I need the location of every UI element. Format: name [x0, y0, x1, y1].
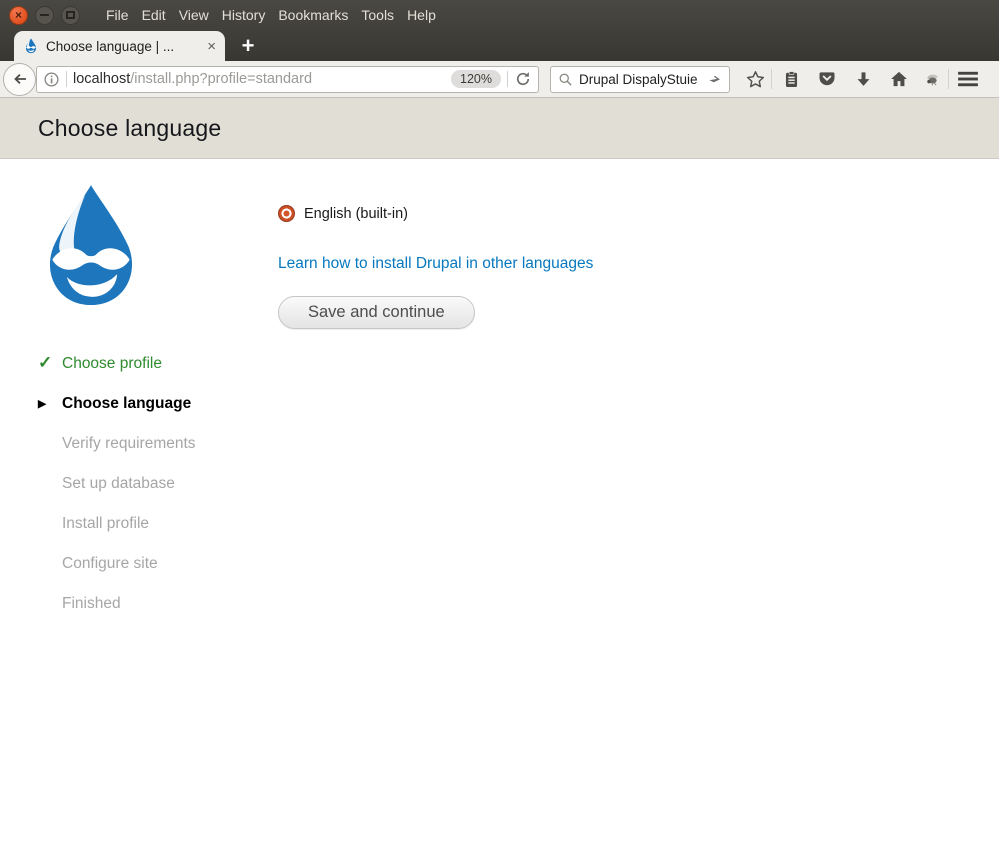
site-info-icon[interactable]	[43, 71, 60, 88]
zoom-level-indicator[interactable]: 120%	[451, 70, 501, 88]
step-label: Finished	[62, 595, 121, 613]
menu-hamburger-icon[interactable]	[950, 64, 986, 94]
search-input-value: Drupal DispalyStuie	[579, 72, 701, 87]
menu-tools[interactable]: Tools	[361, 7, 405, 23]
step-finished: Finished	[38, 595, 196, 613]
menu-view[interactable]: View	[179, 7, 220, 23]
url-bar[interactable]: localhost/install.php?profile=standard 1…	[36, 66, 539, 93]
window-close-button[interactable]: ×	[9, 6, 28, 25]
back-button[interactable]	[3, 63, 36, 96]
drupal-logo	[33, 182, 149, 312]
tab-close-icon[interactable]: ×	[207, 39, 216, 54]
page-body: ✓ Choose profile ▶ Choose language Verif…	[0, 159, 999, 863]
toolbar-icons	[740, 64, 986, 94]
navigation-toolbar: localhost/install.php?profile=standard 1…	[0, 61, 999, 98]
menu-bookmarks[interactable]: Bookmarks	[278, 7, 359, 23]
step-install-profile: Install profile	[38, 515, 196, 533]
toolbar-divider-2	[948, 69, 949, 89]
step-label: Verify requirements	[62, 435, 196, 453]
tab-title: Choose language | ...	[46, 39, 201, 54]
page-header: Choose language	[0, 98, 999, 159]
pocket-icon[interactable]	[809, 64, 845, 94]
url-text: localhost/install.php?profile=standard	[73, 71, 451, 87]
titlebar: × File Edit View History Bookmarks Tools…	[0, 0, 999, 30]
urlbar-divider-2	[507, 71, 508, 87]
window-minimize-icon	[40, 14, 49, 16]
step-choose-language: ▶ Choose language	[38, 395, 196, 413]
step-configure-site: Configure site	[38, 555, 196, 573]
radio-selected-icon[interactable]	[278, 205, 295, 222]
reload-button[interactable]	[514, 70, 532, 88]
search-go-icon[interactable]	[707, 72, 722, 87]
urlbar-divider	[66, 71, 67, 87]
language-option-label: English (built-in)	[304, 206, 408, 222]
download-icon[interactable]	[845, 64, 881, 94]
language-radio-option[interactable]: English (built-in)	[278, 205, 593, 222]
install-steps-list: ✓ Choose profile ▶ Choose language Verif…	[38, 355, 196, 635]
tab-choose-language[interactable]: Choose language | ... ×	[14, 31, 225, 61]
menu-history[interactable]: History	[222, 7, 277, 23]
save-and-continue-button[interactable]: Save and continue	[278, 296, 475, 329]
menu-file[interactable]: File	[106, 7, 140, 23]
reading-list-icon[interactable]	[773, 64, 809, 94]
window-controls: ×	[9, 6, 80, 25]
page-title: Choose language	[38, 115, 221, 142]
step-label: Choose profile	[62, 355, 162, 373]
drupal-favicon-icon	[23, 38, 39, 54]
step-verify-requirements: Verify requirements	[38, 435, 196, 453]
browser-chrome: × File Edit View History Bookmarks Tools…	[0, 0, 999, 61]
bookmark-star-icon[interactable]	[740, 64, 770, 94]
browser-window: × File Edit View History Bookmarks Tools…	[0, 0, 999, 863]
home-icon[interactable]	[881, 64, 917, 94]
window-close-icon: ×	[15, 9, 22, 21]
new-tab-button[interactable]: +	[233, 33, 263, 59]
check-icon: ✓	[38, 355, 62, 373]
window-maximize-icon	[66, 11, 75, 19]
current-step-arrow-icon: ▶	[38, 395, 62, 413]
step-set-up-database: Set up database	[38, 475, 196, 493]
search-icon	[558, 72, 573, 87]
tab-strip: Choose language | ... × +	[0, 30, 999, 61]
menu-edit[interactable]: Edit	[142, 7, 177, 23]
window-minimize-button[interactable]	[35, 6, 54, 25]
url-path: /install.php?profile=standard	[130, 71, 312, 87]
toolbar-divider	[771, 69, 772, 89]
main-content: English (built-in) Learn how to install …	[278, 205, 593, 329]
step-label: Choose language	[62, 395, 191, 413]
step-choose-profile: ✓ Choose profile	[38, 355, 196, 373]
step-label: Set up database	[62, 475, 175, 493]
fly-extension-icon[interactable]	[917, 64, 947, 94]
step-label: Configure site	[62, 555, 158, 573]
install-other-languages-link[interactable]: Learn how to install Drupal in other lan…	[278, 255, 593, 273]
menu-help[interactable]: Help	[407, 7, 447, 23]
url-host: localhost	[73, 71, 130, 87]
back-arrow-icon	[11, 70, 29, 88]
search-bar[interactable]: Drupal DispalyStuie	[550, 66, 730, 93]
window-maximize-button[interactable]	[61, 6, 80, 25]
step-label: Install profile	[62, 515, 149, 533]
menubar: File Edit View History Bookmarks Tools H…	[106, 7, 449, 23]
